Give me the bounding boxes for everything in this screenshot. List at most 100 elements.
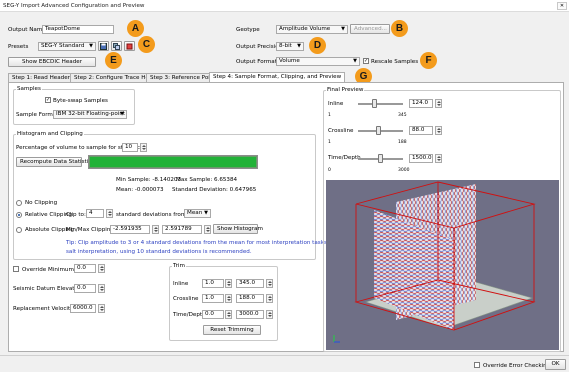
preview-crossline-slider-thumb[interactable] xyxy=(376,126,382,135)
presets-select[interactable]: SEG-Y Standard ▼ xyxy=(38,42,96,51)
preview-timedepth-max: 3000 xyxy=(398,168,410,173)
override-min-z-input[interactable]: 0.0 xyxy=(74,264,96,273)
clip-min-input[interactable]: -2.591935 xyxy=(110,225,150,234)
no-clipping-radio[interactable] xyxy=(16,200,22,206)
override-min-z-spinner[interactable] xyxy=(98,264,105,273)
preview-inline-slider-thumb[interactable] xyxy=(372,99,378,108)
override-error-checking-label: Override Error Checking xyxy=(483,363,551,369)
trim-inline-max-input[interactable]: 345.0 xyxy=(236,279,264,288)
preview-crossline-min: 1 xyxy=(328,140,331,145)
preview-inline-min: 1 xyxy=(328,113,331,118)
clip-min-spinner[interactable] xyxy=(152,225,159,234)
std-from-value: Mean xyxy=(187,210,203,216)
seismic-volume-render xyxy=(333,181,536,343)
preview-inline-max: 345 xyxy=(398,113,407,118)
preview-timedepth-min: 0 xyxy=(328,168,331,173)
statistics-progress-fill xyxy=(89,156,257,168)
preview-timedepth-spinner[interactable] xyxy=(435,154,442,163)
delete-preset-button[interactable] xyxy=(124,41,135,51)
trim-crossline-max-spinner[interactable] xyxy=(266,294,273,303)
replacement-velocity-input[interactable]: 6000.0 xyxy=(70,304,96,313)
percentage-spinner[interactable] xyxy=(140,143,147,152)
trim-timedepth-max-input[interactable]: 3000.0 xyxy=(236,310,264,319)
byte-swap-checkbox[interactable]: ✓ xyxy=(45,97,51,103)
preview-inline-spinner[interactable] xyxy=(435,99,442,108)
trim-inline-min-spinner[interactable] xyxy=(225,279,232,288)
replacement-velocity-spinner[interactable] xyxy=(98,304,105,313)
clip-to-label: Clip to: xyxy=(66,212,86,218)
std-from-select[interactable]: Mean ▼ xyxy=(184,209,211,218)
clip-max-spinner[interactable] xyxy=(204,225,211,234)
trim-timedepth-min-input[interactable]: 0.0 xyxy=(202,310,224,319)
mean-text: Mean: -0.000073 xyxy=(116,187,164,193)
override-min-z-label: Override Minimum Z xyxy=(22,267,80,273)
chevron-down-icon: ▼ xyxy=(341,26,345,32)
chevron-down-icon: ▼ xyxy=(353,58,357,64)
clip-to-spinner[interactable] xyxy=(106,209,113,218)
rescale-samples-checkbox[interactable]: ✓ xyxy=(363,58,369,64)
show-ebcdic-header-button[interactable]: Show EBCDIC Header xyxy=(8,57,96,67)
reset-trimming-button[interactable]: Reset Trimming xyxy=(203,325,261,335)
samples-group-title: Samples xyxy=(16,86,42,92)
trim-crossline-max-input[interactable]: 188.0 xyxy=(236,294,264,303)
trim-timedepth-max-spinner[interactable] xyxy=(266,310,273,319)
preview-inline-input[interactable]: 124.0 xyxy=(409,99,433,108)
output-format-value: Volume xyxy=(279,58,300,64)
callout-marker-f: F xyxy=(420,52,437,69)
percentage-input[interactable]: 10 xyxy=(122,143,138,152)
presets-label: Presets xyxy=(8,44,29,50)
absolute-clipping-radio[interactable] xyxy=(16,227,22,233)
preview-crossline-max: 188 xyxy=(398,140,407,145)
preview-inline-slider[interactable] xyxy=(358,103,403,105)
override-error-checking-checkbox[interactable] xyxy=(474,362,480,368)
ok-button[interactable]: OK xyxy=(545,359,566,370)
trim-crossline-label: Crossline xyxy=(173,296,199,302)
output-name-input[interactable]: TeapotDome xyxy=(42,25,114,34)
output-precision-select[interactable]: 8-bit ▼ xyxy=(276,42,304,51)
geotype-select[interactable]: Amplitude Volume ▼ xyxy=(276,25,348,34)
delete-icon xyxy=(126,43,133,50)
seismic-datum-input[interactable]: 0.0 xyxy=(74,284,96,293)
byte-swap-label: Byte-swap Samples xyxy=(53,98,108,104)
preview-crossline-spinner[interactable] xyxy=(435,126,442,135)
output-precision-value: 8-bit xyxy=(279,43,292,49)
trim-group-title: Trim xyxy=(172,263,186,269)
clip-max-input[interactable]: 2.591789 xyxy=(162,225,202,234)
save-preset-button[interactable] xyxy=(98,41,109,51)
callout-marker-e: E xyxy=(105,52,122,69)
seismic-datum-spinner[interactable] xyxy=(98,284,105,293)
no-clipping-label: No Clipping xyxy=(25,200,58,206)
preview-timedepth-slider-thumb[interactable] xyxy=(378,154,383,163)
copy-icon xyxy=(113,43,120,50)
statistics-progress-bar xyxy=(88,155,258,169)
recompute-statistics-button[interactable]: Recompute Data Statistics xyxy=(16,157,94,167)
rescale-samples-label: Rescale Samples xyxy=(371,59,419,65)
chevron-down-icon: ▼ xyxy=(89,43,93,49)
trim-timedepth-min-spinner[interactable] xyxy=(225,310,232,319)
copy-preset-button[interactable] xyxy=(111,41,122,51)
standard-deviation-text: Standard Deviation: 0.647965 xyxy=(172,187,257,193)
trim-inline-max-spinner[interactable] xyxy=(266,279,273,288)
relative-clipping-radio[interactable] xyxy=(16,212,22,218)
trim-crossline-min-input[interactable]: 1.0 xyxy=(202,294,224,303)
sample-format-select[interactable]: IBM 32-bit Floating-point ▼ xyxy=(53,110,127,119)
max-sample-text: Max Sample: 6.65384 xyxy=(176,177,238,183)
clipping-tip-line1: Tip: Clip amplitude to 3 or 4 standard d… xyxy=(66,240,340,246)
close-icon[interactable]: ✕ xyxy=(557,2,567,10)
show-histogram-button[interactable]: Show Histogram xyxy=(213,224,263,234)
advanced-button[interactable]: Advanced... xyxy=(350,24,390,34)
clip-to-input[interactable]: 4 xyxy=(86,209,104,218)
replacement-velocity-label: Replacement Velocity xyxy=(13,306,74,312)
3d-preview-viewport[interactable] xyxy=(326,180,559,350)
preview-crossline-label: Crossline xyxy=(328,128,354,134)
title-bar: SEG-Y Import Advanced Configuration and … xyxy=(0,0,569,12)
preview-inline-label: Inline xyxy=(328,101,344,107)
output-format-select[interactable]: Volume ▼ xyxy=(276,57,360,66)
preview-timedepth-label: Time/Depth xyxy=(328,155,361,161)
preview-timedepth-input[interactable]: 1500.0 xyxy=(409,154,433,163)
trim-inline-min-input[interactable]: 1.0 xyxy=(202,279,224,288)
trim-crossline-min-spinner[interactable] xyxy=(225,294,232,303)
preview-crossline-input[interactable]: 88.0 xyxy=(409,126,433,135)
override-min-z-checkbox[interactable] xyxy=(13,266,19,272)
final-preview-title: Final Preview xyxy=(326,87,365,93)
